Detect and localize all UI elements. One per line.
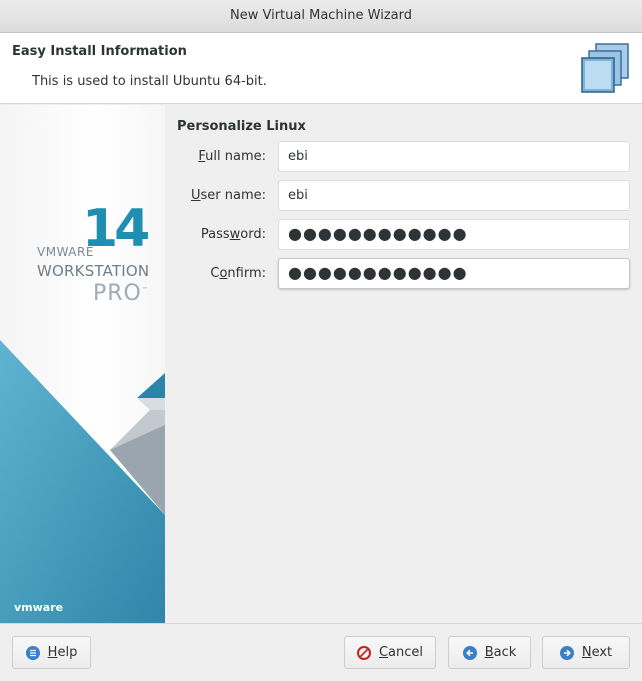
- confirm-label: Confirm:: [210, 266, 266, 281]
- product-edition: PRO™: [93, 281, 149, 306]
- menu-lines-icon: [25, 645, 40, 660]
- user-name-field[interactable]: ebi: [278, 180, 630, 211]
- help-button[interactable]: Help: [12, 636, 91, 669]
- vmware-wordmark: VMWARE: [37, 245, 94, 259]
- product-name: WORKSTATION: [37, 262, 150, 280]
- arrow-right-icon: [559, 645, 574, 660]
- button-bar: Help Cancel Back Next: [0, 623, 642, 681]
- cancel-button-label: Cancel: [378, 645, 424, 660]
- next-button-label: Next: [581, 645, 613, 660]
- arrow-left-icon: [462, 645, 477, 660]
- wizard-header: Easy Install Information This is used to…: [0, 33, 642, 104]
- personalize-form: Personalize Linux Full name: ebi User na…: [165, 105, 642, 623]
- full-name-label: Full name:: [198, 149, 266, 164]
- password-label: Password:: [200, 227, 266, 242]
- branding-panel: 14 VMWARE WORKSTATION PRO™ vmware: [0, 105, 165, 623]
- back-button-label: Back: [484, 645, 517, 660]
- no-entry-icon: [356, 645, 371, 660]
- user-name-label: User name:: [190, 188, 266, 203]
- window-titlebar: New Virtual Machine Wizard: [0, 0, 642, 33]
- cancel-button[interactable]: Cancel: [344, 636, 436, 669]
- back-button[interactable]: Back: [448, 636, 531, 669]
- confirm-password-field[interactable]: ●●●●●●●●●●●●: [278, 258, 630, 289]
- full-name-field[interactable]: ebi: [278, 141, 630, 172]
- window-title: New Virtual Machine Wizard: [230, 8, 412, 23]
- vmware-footer-logo: vmware: [14, 601, 64, 614]
- branding-artwork: [0, 340, 165, 623]
- virtual-machine-icon: [581, 43, 629, 93]
- next-button[interactable]: Next: [542, 636, 630, 669]
- page-subtitle: This is used to install Ubuntu 64-bit.: [32, 74, 267, 89]
- password-field[interactable]: ●●●●●●●●●●●●: [278, 219, 630, 250]
- help-button-label: Help: [47, 645, 78, 660]
- form-title: Personalize Linux: [177, 119, 306, 134]
- page-title: Easy Install Information: [12, 44, 187, 59]
